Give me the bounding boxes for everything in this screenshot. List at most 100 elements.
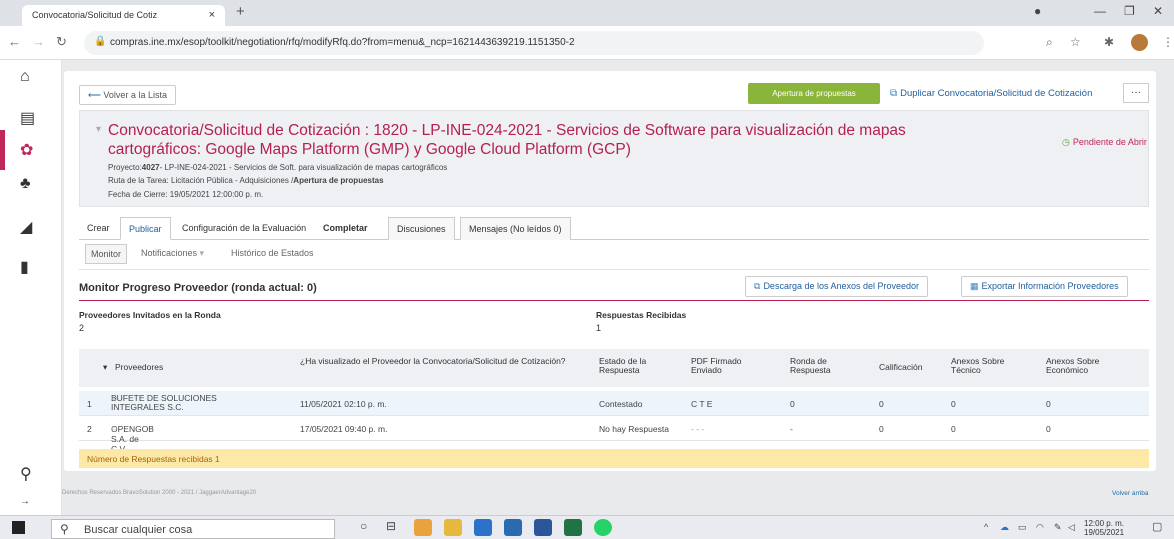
reload-icon[interactable]: ↻	[56, 34, 67, 50]
record-icon[interactable]: ●	[1034, 4, 1041, 18]
received-label: Respuestas Recibidas	[596, 310, 687, 320]
back-to-top-link[interactable]: Volver arriba	[1112, 490, 1149, 497]
main-tabs: Crear Publicar Configuración de la Evalu…	[79, 217, 1149, 240]
documents-icon[interactable]: ▮	[20, 257, 29, 277]
chevron-up-icon[interactable]: ^	[984, 522, 988, 532]
whatsapp-icon[interactable]	[594, 519, 612, 536]
restore-icon[interactable]: ❐	[1124, 4, 1135, 18]
suppliers-icon[interactable]: ♣	[20, 175, 31, 193]
dashboard-icon[interactable]: ▤	[20, 108, 35, 128]
tab-crear[interactable]: Crear	[79, 217, 118, 240]
url-field[interactable]: 🔒 compras.ine.mx/esop/toolkit/negotiatio…	[84, 31, 984, 55]
cortana-icon[interactable]: ○	[360, 519, 367, 533]
browser-tab-bar: Convocatoria/Solicitud de Cotiz × + ● — …	[0, 0, 1174, 26]
network-icon[interactable]: ◠	[1036, 522, 1044, 533]
supplier-text: BUFETE DE SOLUCIONES INTEGRALES S.C.	[111, 393, 217, 412]
duplicate-icon: ⧉	[890, 88, 898, 99]
notifications-icon[interactable]: ▢	[1152, 520, 1162, 533]
clock-date: 19/05/2021	[1084, 528, 1125, 537]
row-number: 1	[87, 399, 92, 409]
volume-icon[interactable]: ◁	[1068, 522, 1075, 533]
supplier-info-icon[interactable]: ▭	[111, 424, 118, 432]
main-content: ⟵ Volver a la Lista Apertura de propuest…	[62, 60, 1174, 515]
avatar[interactable]	[1131, 34, 1148, 51]
open-proposals-button[interactable]: Apertura de propuestas	[748, 83, 880, 104]
search-icon[interactable]: ⚲	[20, 464, 32, 484]
analytics-icon[interactable]: ◢	[20, 217, 32, 237]
expand-icon[interactable]: →	[20, 496, 30, 507]
row-number: 2	[87, 424, 92, 434]
onedrive-icon[interactable]: ☁	[1000, 522, 1009, 533]
viewed-date: 11/05/2021 02:10 p. m.	[300, 399, 387, 409]
col-economico: Anexos Sobre Económico	[1046, 356, 1100, 375]
close-tab-icon[interactable]: ×	[209, 9, 215, 21]
table-row[interactable]: 1 BUFETE DE SOLUCIONES INTEGRALES S.C. ▭…	[79, 391, 1149, 416]
lock-icon: 🔒	[94, 36, 107, 47]
econ-annex: 0	[1046, 424, 1051, 434]
invited-value: 2	[79, 323, 85, 333]
active-indicator	[0, 130, 5, 170]
col-pdf: PDF Firmado Enviado	[691, 356, 742, 375]
chevron-down-icon[interactable]: ▾	[96, 120, 101, 139]
outlook-icon[interactable]	[504, 519, 522, 536]
windows-start-icon[interactable]	[12, 521, 25, 534]
extensions-icon[interactable]: ✱	[1104, 35, 1114, 49]
suppliers-table: ▾ Proveedores ¿Ha visualizado el Proveed…	[79, 349, 1149, 454]
file-explorer-icon[interactable]	[444, 519, 462, 536]
project-desc: - LP-INE-024-2021 - Servicios de Soft. p…	[159, 163, 448, 172]
table-row[interactable]: 2 OPENGOB S.A. de C.V. ▭ 17/05/2021 09:4…	[79, 416, 1149, 454]
word-icon[interactable]	[534, 519, 552, 536]
sub-tabs: Monitor Notificaciones ▾ Histórico de Es…	[79, 244, 1149, 270]
tab-configuracion[interactable]: Configuración de la Evaluación	[174, 217, 314, 240]
tab-publicar[interactable]: Publicar	[120, 217, 171, 240]
received-value: 1	[596, 323, 602, 333]
back-to-list-button[interactable]: ⟵ Volver a la Lista	[79, 85, 176, 105]
status-text: Pendiente de Abrir	[1072, 137, 1147, 147]
search-icon: ⚲	[60, 522, 69, 536]
duplicate-link[interactable]: ⧉ Duplicar Convocatoria/Solicitud de Coti…	[890, 88, 1092, 99]
close-window-icon[interactable]: ✕	[1153, 4, 1163, 18]
table-header: ▾ Proveedores ¿Ha visualizado el Proveed…	[79, 349, 1149, 387]
chrome-icon[interactable]	[414, 519, 432, 536]
export-label: Exportar Información Proveedores	[981, 281, 1119, 291]
route-line: Ruta de la Tarea: Licitación Pública - A…	[108, 176, 384, 185]
monitor-title: Monitor Progreso Proveedor (ronda actual…	[79, 282, 317, 294]
subtab-historico[interactable]: Histórico de Estados	[231, 248, 314, 258]
menu-icon[interactable]: ⋮	[1162, 35, 1174, 49]
viewed-date: 17/05/2021 09:40 p. m.	[300, 424, 388, 434]
subtab-monitor[interactable]: Monitor	[85, 244, 128, 264]
subtab-notificaciones[interactable]: Notificaciones ▾	[141, 248, 204, 259]
search-placeholder: Buscar cualquier cosa	[84, 524, 193, 536]
star-icon[interactable]: ☆	[1070, 35, 1081, 49]
more-button[interactable]: ···	[1123, 83, 1149, 103]
taskbar-search[interactable]: ⚲ Buscar cualquier cosa	[51, 519, 335, 539]
task-view-icon[interactable]: ⊟	[386, 519, 396, 533]
zoom-icon[interactable]: ⌕	[1046, 35, 1053, 50]
tab-discusiones[interactable]: Discusiones	[388, 217, 455, 240]
grade: 0	[879, 424, 884, 434]
tab-completar[interactable]: Completar	[315, 217, 376, 240]
sort-icon[interactable]: ▾	[103, 363, 107, 372]
notifications-label: Notificaciones	[141, 248, 198, 258]
download-annexes-button[interactable]: ⧉ Descarga de los Anexos del Proveedor	[745, 276, 929, 297]
forward-icon[interactable]: →	[32, 34, 45, 49]
home-icon[interactable]: ⌂	[20, 68, 30, 86]
display-icon[interactable]: ▭	[1018, 522, 1027, 533]
excel-icon[interactable]	[564, 519, 582, 536]
edge-icon[interactable]	[474, 519, 492, 536]
clock-icon: ◷	[1062, 137, 1070, 147]
left-sidebar: ⌂ ▤ ✿ ♣ ◢ ▮ ⚲ →	[0, 60, 62, 515]
back-icon[interactable]: ←	[8, 34, 21, 49]
col-proveedores[interactable]: Proveedores	[115, 363, 163, 372]
handshake-icon[interactable]: ✿	[20, 140, 33, 160]
supplier-info-icon[interactable]: ▭	[111, 394, 118, 403]
response-state: Contestado	[599, 399, 643, 409]
browser-tab[interactable]: Convocatoria/Solicitud de Cotiz ×	[22, 5, 225, 26]
minimize-icon[interactable]: —	[1094, 4, 1106, 18]
col-estado: Estado de la Respuesta	[599, 356, 647, 375]
system-clock[interactable]: 12:00 p. m. 19/05/2021	[1084, 519, 1124, 537]
new-tab-icon[interactable]: +	[236, 3, 245, 20]
tab-mensajes[interactable]: Mensajes (No leídos 0)	[460, 217, 571, 240]
export-suppliers-button[interactable]: ▦ Exportar Información Proveedores	[961, 276, 1128, 297]
pen-icon[interactable]: ✎	[1054, 522, 1062, 533]
